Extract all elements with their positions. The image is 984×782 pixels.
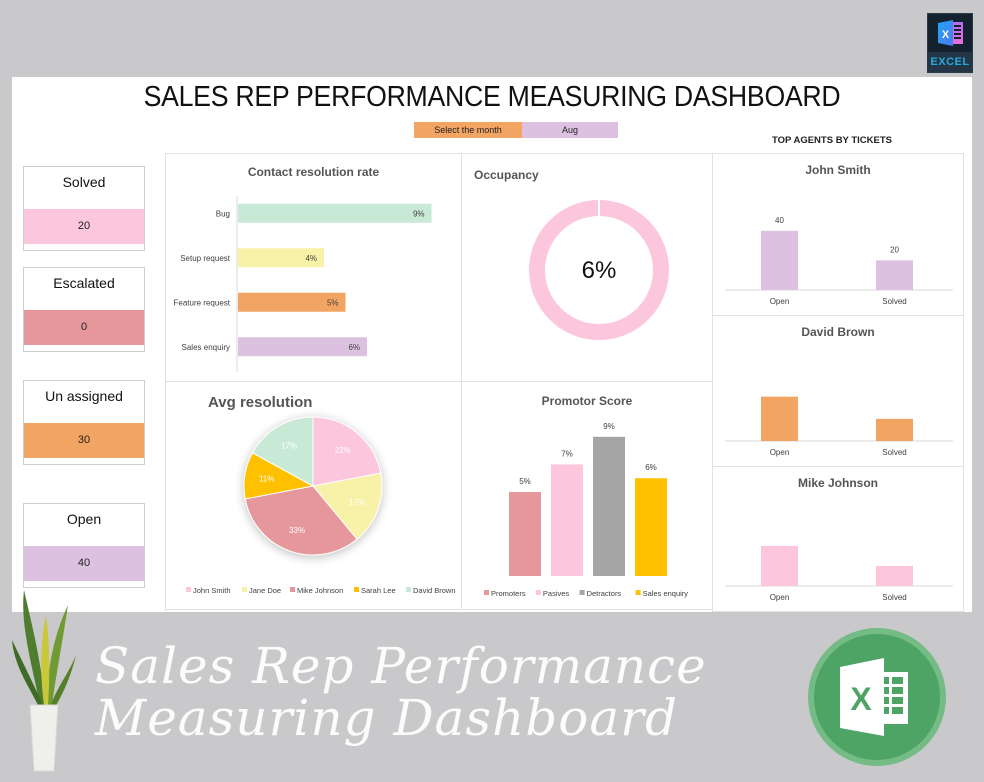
svg-text:X: X — [942, 29, 950, 41]
excel-logo-icon: X — [808, 628, 946, 766]
bar — [876, 418, 913, 441]
kpi-value: 30 — [24, 423, 144, 458]
footer-title-line1: Sales Rep Performance — [95, 637, 707, 695]
avg-resolution-chart: 22% 17% 33% 11% 17% John Smith Jane Doe Mike Jo… — [186, 416, 456, 595]
agent-chart: Open Solved — [725, 545, 953, 602]
occupancy-chart: 6% — [529, 199, 669, 340]
top-agents-title: TOP AGENTS BY TICKETS — [772, 135, 893, 146]
kpi-label: Un assigned — [45, 388, 123, 404]
agent-panel-david-brown: David Brown Open Solved — [712, 315, 964, 467]
month-selector-label: Select the month — [414, 122, 522, 138]
bar — [551, 464, 583, 576]
kpi-value: 20 — [24, 209, 144, 244]
plant-icon — [12, 590, 76, 772]
avg-resolution-panel: Avg resolution 22% 17% 33% 11% 17% John Smith… — [165, 381, 462, 610]
legend-swatch — [186, 587, 191, 592]
legend-label: Sarah Lee — [361, 586, 396, 595]
kpi-value: 40 — [24, 546, 144, 581]
kpi-card-unassigned: Un assigned 30 — [23, 380, 145, 465]
legend-label: Mike Johnson — [297, 586, 343, 595]
category-label: Open — [770, 297, 790, 306]
kpi-card-escalated: Escalated 0 — [23, 267, 145, 352]
bar — [635, 478, 667, 576]
kpi-label: Escalated — [53, 275, 115, 291]
legend-label: Promoters — [491, 589, 526, 598]
legend-swatch — [635, 590, 641, 595]
data-label: 22% — [335, 446, 351, 455]
bar — [761, 545, 798, 586]
legend-swatch — [242, 587, 247, 592]
data-label: 11% — [259, 475, 274, 484]
category-label: Sales enquiry — [182, 343, 230, 352]
agent-chart: 40 Open 20 Solved — [725, 216, 953, 306]
legend-swatch — [484, 590, 489, 595]
agent-panel-john-smith: John Smith 40 Open 20 Solved — [712, 153, 964, 316]
bar — [876, 565, 913, 586]
footer-title-line2: Measuring Dashboard — [95, 689, 679, 747]
data-label: 5% — [327, 298, 339, 307]
data-label: 9% — [603, 422, 615, 431]
legend-swatch — [406, 587, 411, 592]
category-label: Bug — [216, 209, 230, 218]
category-label: Setup request — [180, 254, 231, 263]
bar — [876, 260, 913, 290]
category-label: Open — [770, 593, 790, 602]
data-label: 33% — [289, 526, 305, 535]
bar — [238, 203, 432, 223]
excel-icon: X — [938, 20, 963, 46]
dashboard-sheet: SALES REP PERFORMANCE MEASURING DASHBOAR… — [12, 77, 972, 612]
legend-swatch — [290, 587, 295, 592]
data-label: 17% — [281, 442, 297, 451]
contact-resolution-chart: Bug 9% Setup request 4% Feature request 5% Sal… — [174, 196, 432, 372]
promotor-score-panel: Promotor Score 5% 7% 9% 6% Promoters Pasives D… — [461, 381, 713, 610]
kpi-label: Solved — [62, 174, 106, 190]
excel-badge-label: EXCEL — [928, 52, 972, 72]
data-label: 7% — [561, 449, 573, 458]
kpi-value: 0 — [24, 310, 144, 345]
excel-badge: X EXCEL — [927, 13, 973, 73]
svg-text:X: X — [850, 681, 872, 717]
agent-chart: Open Solved — [725, 396, 953, 457]
data-label: 9% — [413, 209, 425, 218]
data-label: 4% — [305, 254, 317, 263]
promotor-score-chart: 5% 7% 9% 6% Promoters Pasives Detractors Sales … — [484, 422, 689, 598]
category-label: Solved — [882, 297, 906, 306]
bar — [761, 396, 798, 441]
month-dropdown[interactable]: Aug — [522, 122, 618, 138]
legend-swatch — [535, 590, 541, 595]
kpi-card-open: Open 40 — [23, 503, 145, 588]
kpi-card-solved: Solved 20 — [23, 166, 145, 251]
category-label: Solved — [882, 593, 906, 602]
data-label: 17% — [349, 498, 365, 507]
category-label: Feature request — [174, 298, 231, 307]
data-label: 40 — [775, 216, 784, 225]
legend-swatch — [354, 587, 359, 592]
data-label: 20 — [890, 245, 899, 254]
legend-label: John Smith — [193, 586, 231, 595]
legend-label: Sales enquiry — [643, 589, 689, 598]
agent-panel-mike-johnson: Mike Johnson Open Solved — [712, 466, 964, 612]
bar — [593, 436, 625, 576]
data-label: 6% — [348, 343, 360, 352]
legend-label: Detractors — [587, 589, 622, 598]
bar — [761, 230, 798, 290]
center-label: 6% — [582, 257, 617, 284]
legend-swatch — [579, 590, 585, 595]
category-label: Open — [770, 448, 790, 457]
legend-label: David Brown — [413, 586, 456, 595]
month-selector[interactable]: Select the month Aug — [414, 122, 618, 138]
page-title: SALES REP PERFORMANCE MEASURING DASHBOAR… — [143, 81, 841, 113]
occupancy-panel: Occupancy 6% — [461, 153, 713, 382]
category-label: Solved — [882, 448, 906, 457]
legend-label: Jane Doe — [249, 586, 281, 595]
data-label: 5% — [519, 477, 531, 486]
contact-resolution-panel: Contact resolution rate Bug 9% Setup reque… — [165, 153, 462, 382]
kpi-label: Open — [66, 511, 102, 527]
pie-group — [243, 416, 383, 556]
bar — [509, 492, 541, 576]
legend-label: Pasives — [543, 589, 570, 598]
data-label: 6% — [645, 463, 657, 472]
footer-title: Sales Rep Performance Measuring Dashboar… — [95, 640, 795, 744]
